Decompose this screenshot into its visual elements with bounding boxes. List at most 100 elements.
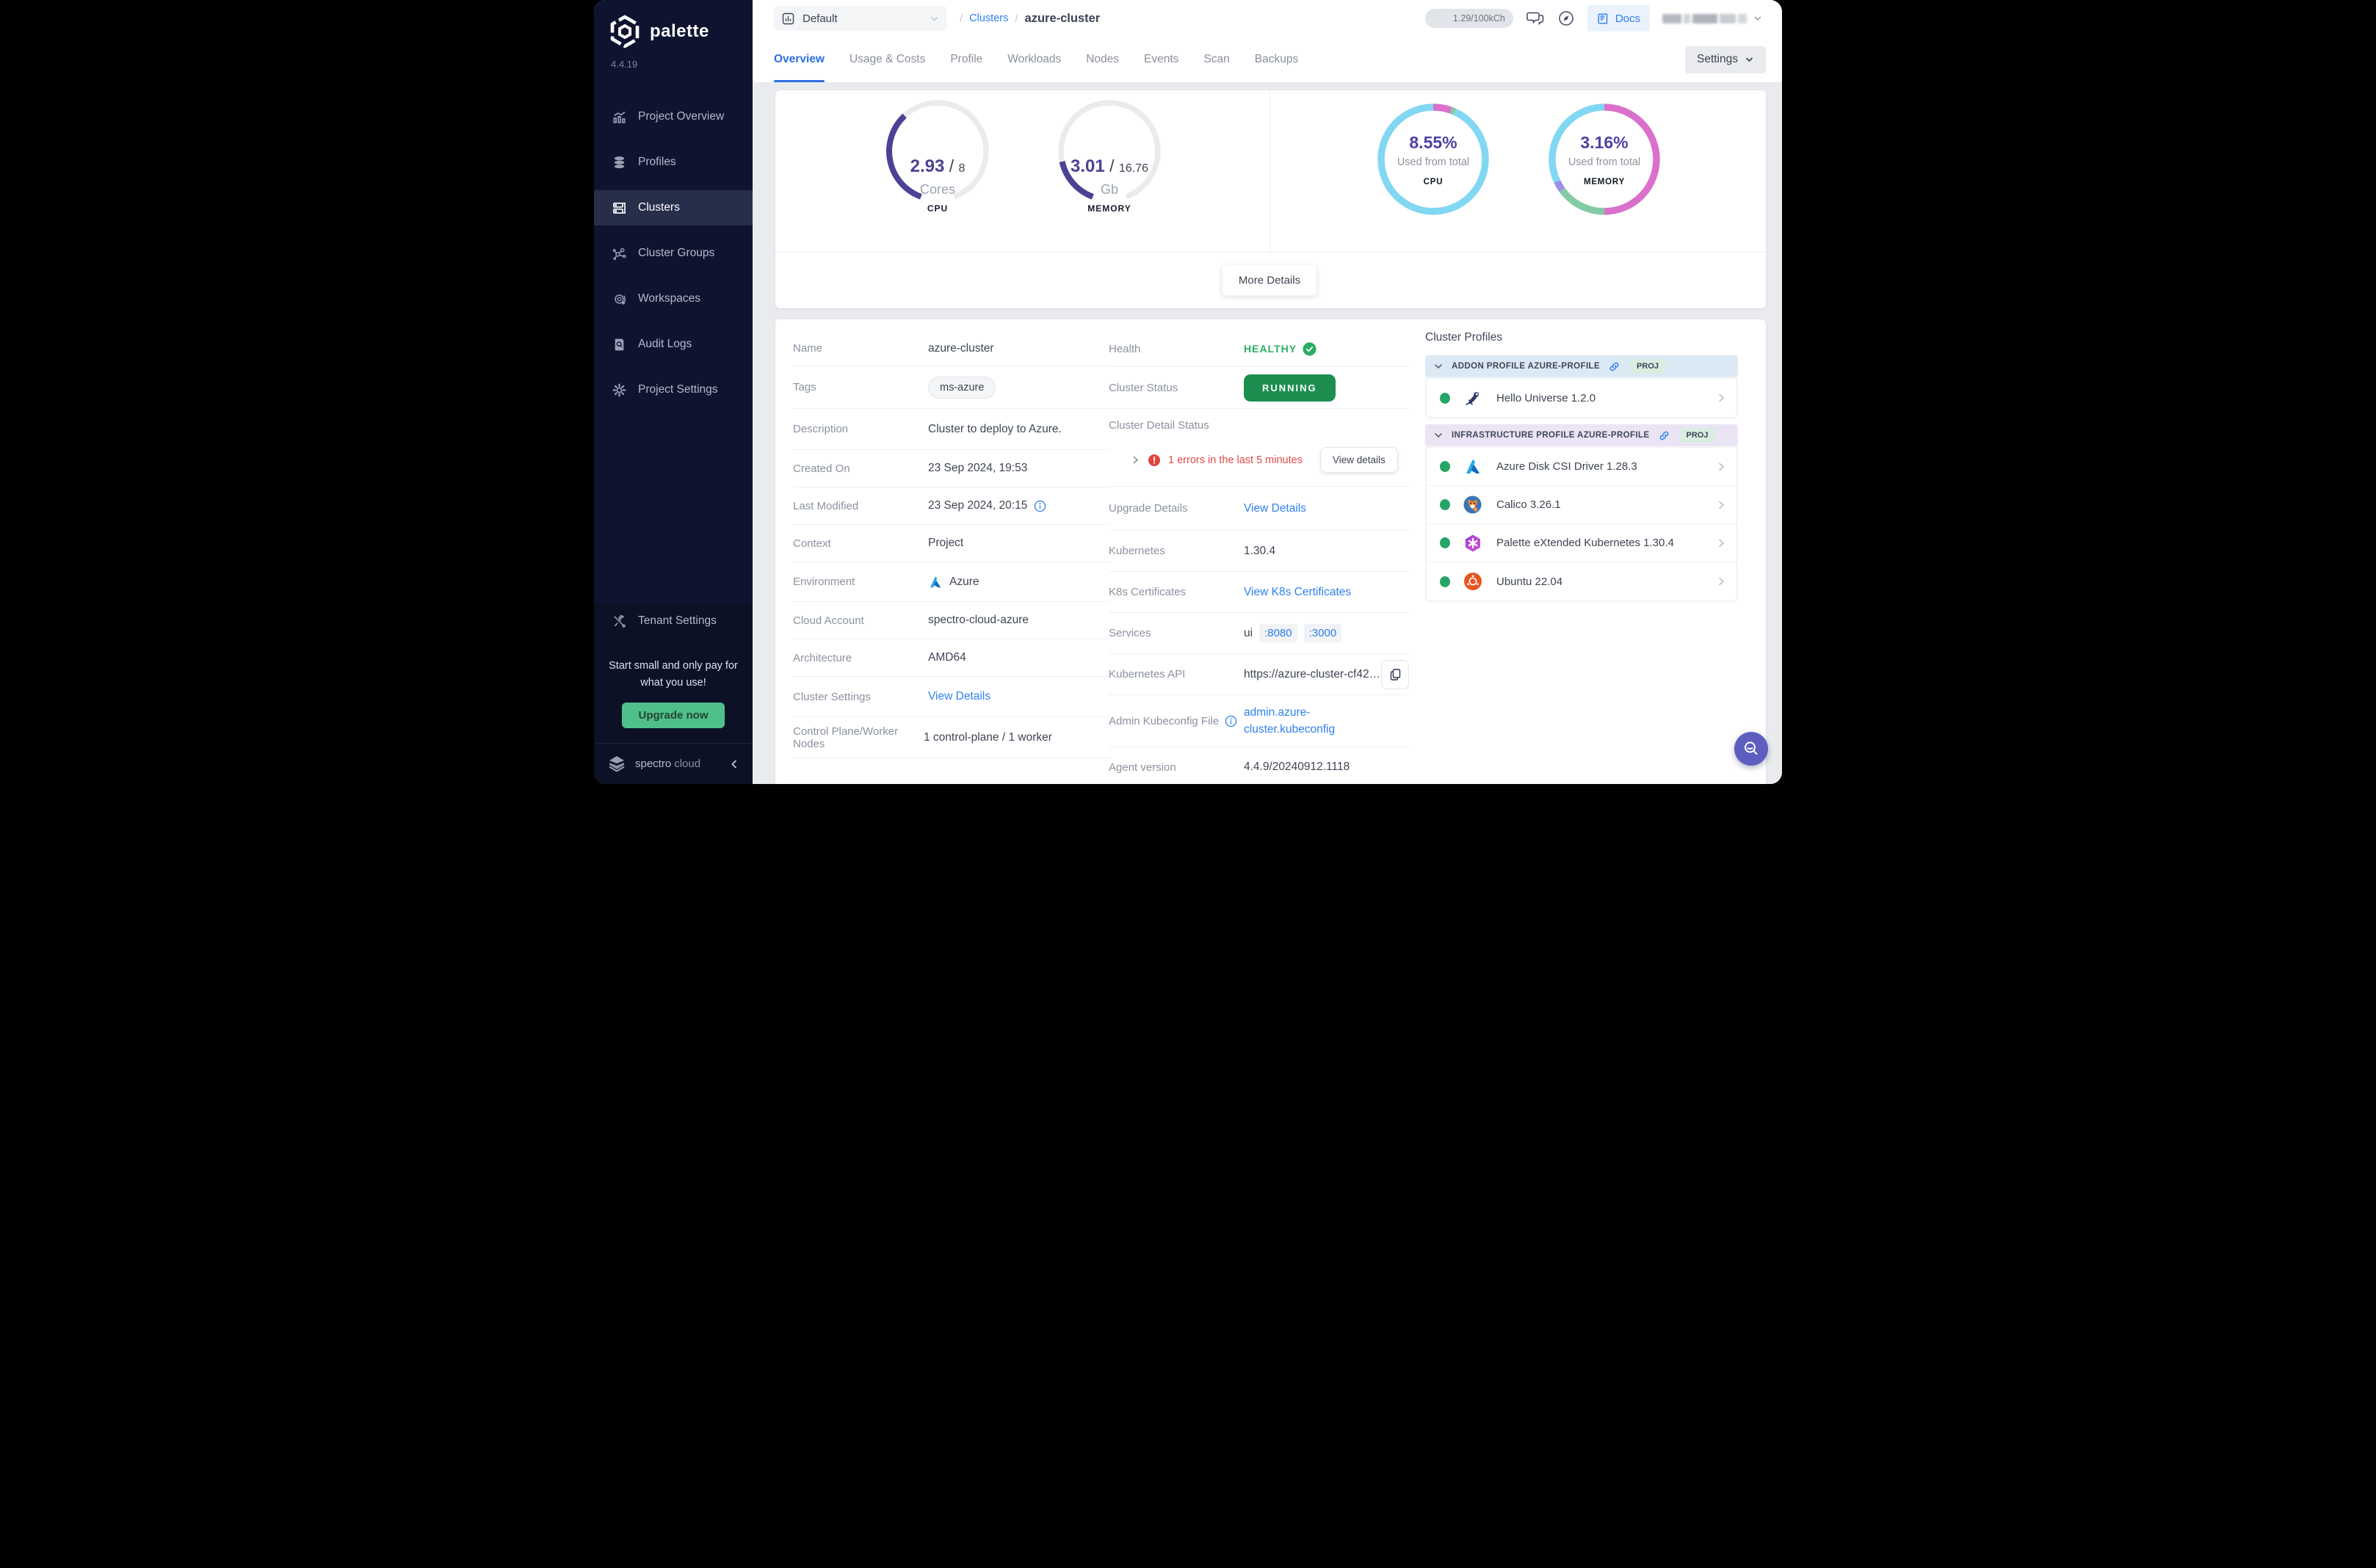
project-chart-icon: [781, 12, 795, 26]
memory-donut: 3.16% Used from total MEMORY: [1546, 101, 1663, 218]
sidebar-item-audit-logs[interactable]: Audit Logs: [594, 327, 753, 362]
row-k8s-certificates: K8s Certificates View K8s Certificates: [1109, 572, 1409, 613]
row-nodes: Control Plane/Worker Nodes 1 control-pla…: [793, 717, 1109, 758]
explore-button[interactable]: [1557, 10, 1575, 27]
sidebar-item-tenant-settings[interactable]: Tenant Settings: [594, 603, 753, 639]
pxk-icon: [1463, 533, 1482, 553]
chevron-down-icon: [930, 14, 939, 23]
sidebar-collapse-button[interactable]: [729, 759, 739, 769]
cpu-unit: Cores: [875, 182, 1000, 197]
kubeconfig-download-link[interactable]: admin.azure-cluster.kubeconfig: [1244, 704, 1355, 738]
sidebar-footer: spectro cloud: [594, 743, 753, 784]
kubernetes-version: 1.30.4: [1244, 545, 1275, 558]
search-fab-button[interactable]: [1734, 732, 1768, 766]
palette-logo[interactable]: palette: [594, 0, 753, 48]
infrastructure-profile-items: Azure Disk CSI Driver 1.28.3: [1426, 447, 1737, 601]
chat-bubbles-icon: [1526, 10, 1545, 27]
docs-button[interactable]: Docs: [1587, 5, 1650, 32]
sidebar-item-label: Cluster Groups: [638, 247, 714, 260]
row-label: Kubernetes: [1109, 545, 1244, 557]
sidebar-item-label: Tenant Settings: [638, 614, 717, 628]
status-dot: [1440, 393, 1450, 404]
profile-item-palette-extended-kubernetes[interactable]: Palette eXtended Kubernetes 1.30.4: [1427, 524, 1736, 562]
cluster-settings-link[interactable]: View Details: [928, 690, 990, 703]
profile-item-name: Hello Universe 1.2.0: [1496, 392, 1596, 404]
profile-item-calico[interactable]: Calico 3.26.1: [1427, 486, 1736, 524]
sidebar-item-profiles[interactable]: Profiles: [594, 145, 753, 180]
upgrade-now-button[interactable]: Upgrade now: [622, 703, 724, 728]
link-icon[interactable]: [1659, 430, 1670, 441]
memory-caption: Used from total: [1568, 156, 1640, 168]
chevron-right-icon[interactable]: [1131, 455, 1140, 465]
row-description: Description Cluster to deploy to Azure.: [793, 409, 1109, 450]
row-label: Architecture: [793, 652, 928, 664]
copy-icon: [1389, 668, 1402, 681]
addon-profile-header[interactable]: ADDON PROFILE AZURE-PROFILE PROJ: [1425, 355, 1738, 377]
row-label: Name: [793, 342, 928, 355]
health-status: HEALTHY: [1244, 343, 1297, 355]
azure-icon: [1463, 457, 1482, 476]
ubuntu-icon: [1463, 572, 1482, 592]
tab-nodes[interactable]: Nodes: [1086, 37, 1119, 82]
sidebar-item-cluster-groups[interactable]: Cluster Groups: [594, 236, 753, 271]
memory-total-value: 16.76: [1119, 162, 1148, 175]
book-icon: [1597, 12, 1609, 25]
user-menu[interactable]: [1662, 13, 1763, 23]
infrastructure-profile-header[interactable]: INFRASTRUCTURE PROFILE AZURE-PROFILE PRO…: [1425, 424, 1738, 446]
cpu-donut: 8.55% Used from total CPU: [1374, 101, 1492, 218]
cluster-name-value: azure-cluster: [928, 342, 994, 355]
project-selector[interactable]: Default: [774, 6, 946, 31]
tab-profile[interactable]: Profile: [950, 37, 982, 82]
sidebar-item-workspaces[interactable]: Workspaces: [594, 281, 753, 316]
sidebar-item-project-overview[interactable]: Project Overview: [594, 99, 753, 134]
service-port-link[interactable]: :8080: [1259, 624, 1297, 642]
tab-workloads[interactable]: Workloads: [1007, 37, 1061, 82]
row-label: Kubernetes API: [1109, 668, 1244, 680]
chevron-right-icon: [1716, 393, 1726, 403]
architecture-value: AMD64: [928, 651, 966, 664]
view-k8s-certificates-link[interactable]: View K8s Certificates: [1244, 586, 1351, 599]
proj-scope-badge: PROJ: [1680, 428, 1715, 443]
status-dot: [1440, 461, 1450, 472]
more-details-button[interactable]: More Details: [1223, 266, 1316, 296]
upgrade-promo-text: Start small and only pay for what you us…: [594, 642, 753, 691]
view-details-button[interactable]: View details: [1320, 447, 1398, 473]
tab-overview[interactable]: Overview: [774, 37, 825, 82]
info-icon[interactable]: [1034, 500, 1046, 512]
tab-events[interactable]: Events: [1144, 37, 1178, 82]
info-icon[interactable]: [1225, 715, 1237, 727]
chevron-right-icon: [1716, 500, 1726, 510]
breadcrumb-link-clusters[interactable]: Clusters: [969, 12, 1008, 24]
check-circle-icon: [1303, 342, 1316, 356]
row-label: Description: [793, 423, 928, 435]
error-icon: [1148, 454, 1160, 466]
infrastructure-profile-title: INFRASTRUCTURE PROFILE AZURE-PROFILE: [1452, 431, 1650, 440]
layers-icon: [612, 155, 627, 170]
sidebar-item-clusters[interactable]: Clusters: [594, 190, 753, 225]
profile-item-name: Ubuntu 22.04: [1496, 576, 1562, 588]
tab-backups[interactable]: Backups: [1255, 37, 1298, 82]
cluster-profiles-heading: Cluster Profiles: [1425, 331, 1738, 344]
details-middle-column: Health HEALTHY Cluster Status RUNNING Cl…: [1109, 331, 1409, 784]
service-port-link[interactable]: :3000: [1304, 624, 1342, 642]
profile-item-ubuntu[interactable]: Ubuntu 22.04: [1427, 562, 1736, 600]
row-label: Cluster Detail Status: [1109, 419, 1209, 432]
copy-api-url-button[interactable]: [1381, 660, 1409, 689]
tab-scan[interactable]: Scan: [1203, 37, 1229, 82]
tab-usage-costs[interactable]: Usage & Costs: [850, 37, 925, 82]
cluster-tabs: Overview Usage & Costs Profile Workloads…: [753, 37, 1782, 82]
content-area: 2.93 / 8 Cores CPU 3.01 / 16.76 Gb MEMOR…: [753, 82, 1782, 784]
settings-label: Settings: [1697, 53, 1738, 66]
link-icon[interactable]: [1609, 361, 1620, 372]
settings-button[interactable]: Settings: [1685, 46, 1766, 73]
addon-profile-items: Hello Universe 1.2.0: [1426, 378, 1737, 418]
cpu-gauge: 2.93 / 8 Cores CPU: [875, 95, 1000, 205]
row-label: Cloud Account: [793, 614, 928, 627]
chat-button[interactable]: [1526, 10, 1545, 27]
profile-item-hello-universe[interactable]: Hello Universe 1.2.0: [1427, 379, 1736, 417]
cloud-account-value: spectro-cloud-azure: [928, 614, 1029, 627]
profile-item-azure-disk-csi[interactable]: Azure Disk CSI Driver 1.28.3: [1427, 448, 1736, 486]
sidebar-item-project-settings[interactable]: Project Settings: [594, 372, 753, 407]
upgrade-details-link[interactable]: View Details: [1244, 502, 1306, 515]
addon-profile-title: ADDON PROFILE AZURE-PROFILE: [1452, 362, 1600, 371]
